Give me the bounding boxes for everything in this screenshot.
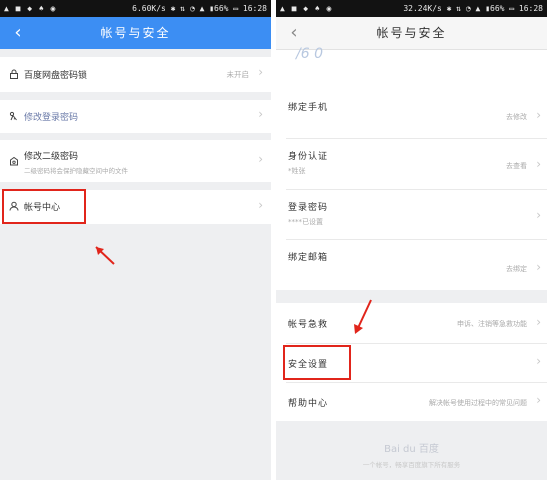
left-phone-screen: ▲ ■ ◆ ♠ ◉ 6.60K/s ✱ ⇅ ◔ ▲ ▮66% ▭ 16:28 ‹… [0,0,271,480]
row-label: 帐号急救 [288,320,329,330]
highlight-box [2,189,86,224]
status-bar: ▲ ■ ◆ ♠ ◉ 6.60K/s ✱ ⇅ ◔ ▲ ▮66% ▭ 16:28 [0,0,271,17]
row-value: 申诉、注销等急救功能 [457,320,527,328]
row-bind-phone[interactable]: 绑定手机 去修改 › [276,90,547,138]
row-label: 百度网盘密码锁 [24,71,88,81]
row-label: 绑定邮箱 [288,253,329,263]
account-info-card: /6 0 绑定手机 去修改 › 身份认证 *姓张 去查看 › 登录密码 ****… [276,46,547,290]
chevron-right-icon: › [258,107,263,121]
row-identity-verification[interactable]: 身份认证 *姓张 去查看 › [276,139,547,189]
row-value: 去查看 [506,162,527,170]
status-bar: ▲ ■ ◆ ♠ ◉ 32.24K/s ✱ ⇅ ◔ ▲ ▮66% ▭ 16:28 [276,0,547,17]
page-title: 帐号与安全 [100,26,171,40]
row-value: 去修改 [506,113,527,121]
row-change-secondary-password[interactable]: 修改二级密码 二级密码将会保护隐藏空间中的文件 › [0,140,271,182]
key-icon [9,111,17,121]
chevron-right-icon: › [258,198,263,212]
status-indicators: 6.60K/s ✱ ⇅ ◔ ▲ ▮66% ▭ 16:28 [132,4,267,13]
page-title: 帐号与安全 [376,26,447,40]
row-value: 去绑定 [506,265,527,273]
chevron-right-icon: › [536,108,541,122]
chevron-right-icon: › [258,152,263,166]
row-bind-email[interactable]: 绑定邮箱 去绑定 › [276,240,547,288]
row-account-rescue[interactable]: 帐号急救 申诉、注销等急救功能 › [276,303,547,343]
nav-bar: ‹ 帐号与安全 [0,17,271,49]
lock-icon [10,69,18,79]
row-label: 登录密码 [288,203,329,213]
status-notification-icons: ▲ ■ ◆ ♠ ◉ [4,4,57,13]
safe-icon [10,156,18,166]
row-label: 绑定手机 [288,103,329,113]
row-label: 修改登录密码 [24,113,79,123]
chevron-right-icon: › [536,260,541,274]
row-help-center[interactable]: 帮助中心 解决帐号使用过程中的常见问题 › [276,383,547,421]
chevron-right-icon: › [536,315,541,329]
row-label: 修改二级密码 [24,152,79,162]
row-value: 解决帐号使用过程中的常见问题 [429,399,527,407]
arrow-pointer-icon [354,299,372,334]
footer-text: 一个帐号，畅享百度旗下所有服务 [362,461,461,469]
row-value: 未开启 [226,70,250,79]
header-fragment: /6 0 [296,46,323,62]
row-login-password[interactable]: 登录密码 ****已设置 › [276,190,547,239]
status-indicators: 32.24K/s ✱ ⇅ ◔ ▲ ▮66% ▭ 16:28 [403,4,543,13]
status-notification-icons: ▲ ■ ◆ ♠ ◉ [280,4,333,13]
row-sub: *姓张 [288,167,306,175]
chevron-right-icon: › [258,65,263,79]
arrow-pointer-icon [95,246,115,265]
row-change-login-password[interactable]: 修改登录密码 › [0,100,271,133]
chevron-right-icon: › [536,157,541,171]
row-pan-lock[interactable]: 百度网盘密码锁 未开启 › [0,57,271,92]
right-phone-screen: ▲ ■ ◆ ♠ ◉ 32.24K/s ✱ ⇅ ◔ ▲ ▮66% ▭ 16:28 … [276,0,547,480]
row-label: 身份认证 [288,152,329,162]
chevron-right-icon: › [536,208,541,222]
baidu-logo: Bai du 百度 [384,444,439,455]
highlight-box [283,345,351,380]
row-description: 二级密码将会保护隐藏空间中的文件 [24,167,128,175]
row-sub: ****已设置 [288,218,323,226]
row-label: 帮助中心 [288,399,329,409]
chevron-right-icon: › [536,354,541,368]
chevron-right-icon: › [536,393,541,407]
